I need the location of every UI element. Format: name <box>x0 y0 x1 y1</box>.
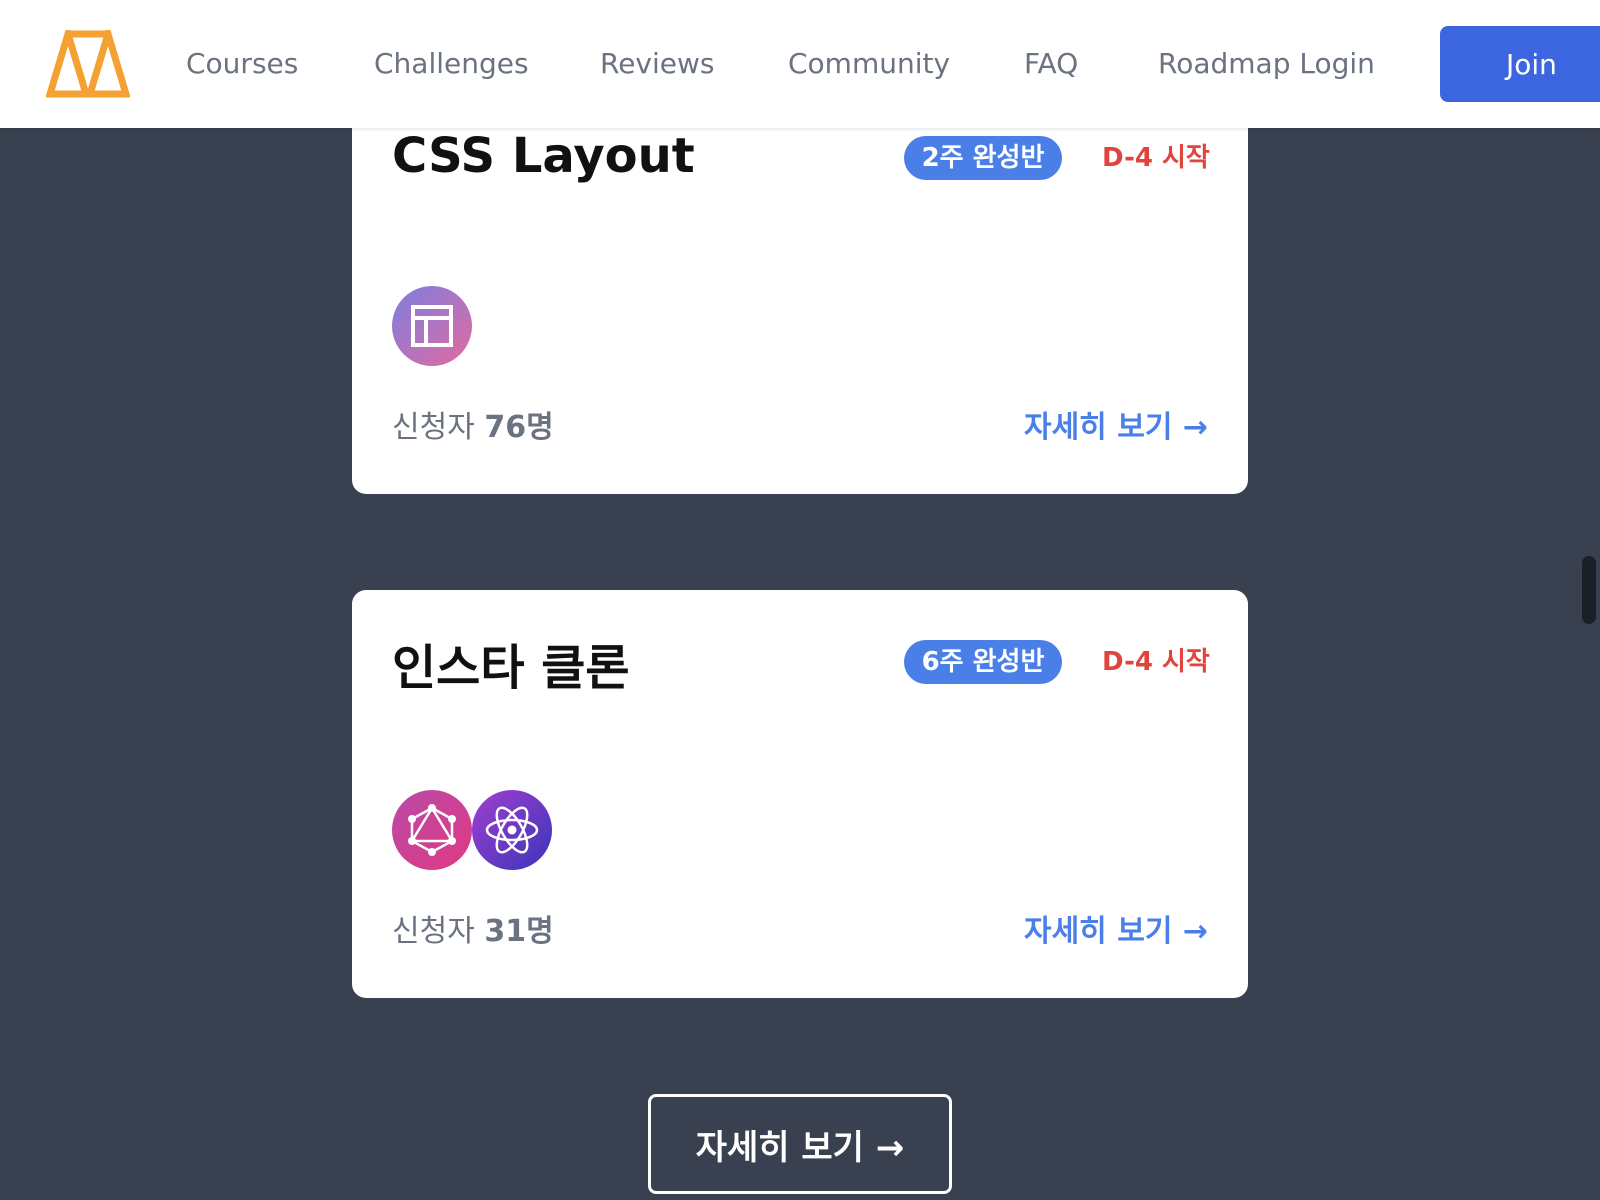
start-countdown: D-4 시작 <box>1102 647 1210 677</box>
nav-roadmap-login[interactable]: Roadmap Login <box>1158 44 1375 84</box>
nav-faq[interactable]: FAQ <box>1024 44 1078 84</box>
scrollbar-thumb[interactable] <box>1582 556 1596 624</box>
logo-icon[interactable] <box>45 21 131 98</box>
start-countdown: D-4 시작 <box>1102 143 1210 173</box>
applicant-count: 신청자 31명 <box>392 912 554 952</box>
course-title: CSS Layout <box>392 128 695 184</box>
join-button[interactable]: Join <box>1440 26 1600 102</box>
top-navbar: Courses Challenges Reviews Community FAQ… <box>0 0 1600 128</box>
nav-courses[interactable]: Courses <box>186 44 298 84</box>
layout-icon <box>392 286 472 366</box>
applicants-prefix: 신청자 <box>392 410 475 445</box>
applicants-prefix: 신청자 <box>392 914 475 949</box>
nav-reviews[interactable]: Reviews <box>600 44 715 84</box>
nav-challenges[interactable]: Challenges <box>374 44 529 84</box>
see-more-button[interactable]: 자세히 보기 → <box>648 1094 952 1194</box>
react-icon <box>472 790 552 870</box>
duration-badge: 6주 완성반 <box>904 640 1062 684</box>
nav-community[interactable]: Community <box>788 44 950 84</box>
graphql-icon <box>392 790 472 870</box>
course-title: 인스타 클론 <box>392 640 630 696</box>
applicants-number: 76명 <box>484 410 554 445</box>
applicant-count: 신청자 76명 <box>392 408 554 448</box>
detail-link[interactable]: 자세히 보기 → <box>1024 912 1208 952</box>
applicants-number: 31명 <box>484 914 554 949</box>
detail-link[interactable]: 자세히 보기 → <box>1024 408 1208 448</box>
course-card[interactable]: 인스타 클론 6주 완성반 D-4 시작 신청자 31명 자세히 보기 → <box>352 590 1248 998</box>
duration-badge: 2주 완성반 <box>904 136 1062 180</box>
